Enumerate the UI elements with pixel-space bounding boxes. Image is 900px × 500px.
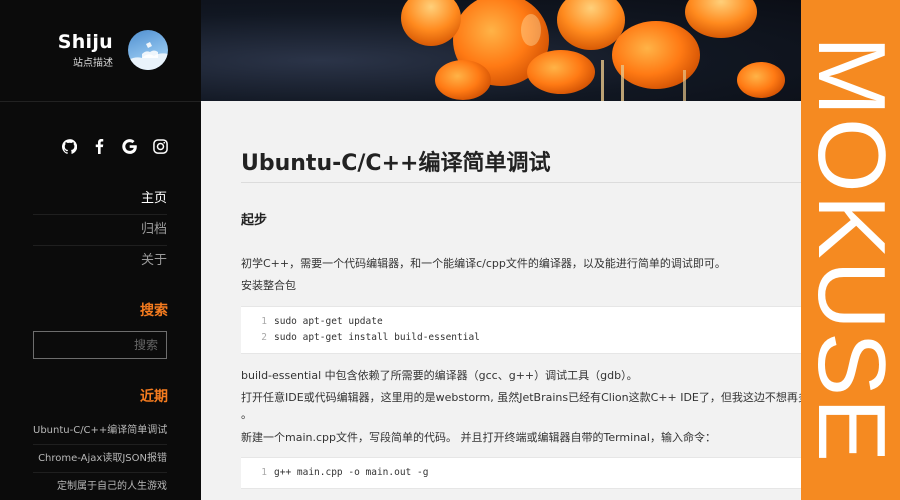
line-number: 1 (261, 467, 267, 478)
nav-item-archive[interactable]: 归档 (33, 215, 167, 246)
code-text: sudo apt-get update (274, 316, 383, 327)
code-line: 1 g++ main.cpp -o main.out -g (241, 465, 801, 481)
code-text: sudo apt-get install build-essential (274, 332, 480, 343)
header-banner-image (201, 0, 801, 101)
paragraph: 新建一个main.cpp文件，写段简单的代码。 并且打开终端或编辑器自带的Ter… (241, 431, 716, 444)
paragraph: 打开任意IDE或代码编辑器，这里用的是webstorm, 虽然JetBrains… (241, 391, 801, 404)
recent-section-title: 近期 (140, 389, 168, 405)
flower-photo (401, 0, 785, 101)
post-title[interactable]: Ubuntu-C/C++编译简单调试 (241, 145, 550, 177)
title-divider (241, 182, 801, 183)
site-title[interactable]: Shiju (58, 31, 113, 53)
recent-post-link[interactable]: Chrome-Ajax读取JSON报错 (33, 445, 167, 473)
google-icon[interactable] (120, 137, 138, 155)
code-line: 2 sudo apt-get install build-essential (241, 330, 801, 346)
paragraph: 。 (241, 408, 252, 421)
facebook-icon[interactable] (90, 137, 108, 155)
instagram-icon[interactable] (151, 137, 169, 155)
paragraph: build-essential 中包含依赖了所需要的编译器（gcc、g++）调试… (241, 369, 638, 382)
line-number: 2 (261, 332, 267, 343)
brand-strip: MOKUSE (801, 0, 900, 500)
site-description: 站点描述 (73, 58, 113, 69)
paragraph: 安装整合包 (241, 279, 296, 292)
code-block: 1 g++ main.cpp -o main.out -g (241, 457, 801, 489)
sidebar-header: Shiju 站点描述 (0, 0, 201, 102)
article-content: Ubuntu-C/C++编译简单调试 起步 初学C++，需要一个代码编辑器，和一… (201, 101, 801, 500)
section-heading: 起步 (241, 213, 268, 228)
search-input[interactable] (34, 332, 166, 358)
nav-item-about[interactable]: 关于 (33, 246, 167, 276)
social-links (0, 137, 201, 157)
nav-item-home[interactable]: 主页 (33, 184, 167, 215)
avatar[interactable] (128, 30, 168, 70)
main-nav: 主页 归档 关于 (33, 184, 167, 276)
search-box (33, 331, 167, 359)
sidebar: Shiju 站点描述 主页 归档 关于 搜索 近期 (0, 0, 201, 500)
github-icon[interactable] (60, 137, 78, 155)
paragraph: 初学C++，需要一个代码编辑器，和一个能编译c/cpp文件的编译器，以及能进行简… (241, 257, 726, 270)
search-section-title: 搜索 (140, 303, 168, 319)
code-line: 1 sudo apt-get update (241, 314, 801, 330)
avatar-image (128, 42, 168, 70)
recent-post-link[interactable]: 定制属于自己的人生游戏 (33, 473, 167, 500)
recent-posts-list: Ubuntu-C/C++编译简单调试 Chrome-Ajax读取JSON报错 定… (33, 417, 167, 500)
recent-post-link[interactable]: Ubuntu-C/C++编译简单调试 (33, 417, 167, 445)
code-text: g++ main.cpp -o main.out -g (274, 467, 429, 478)
brand-logo-text: MOKUSE (801, 35, 900, 465)
code-block: 1 sudo apt-get update 2 sudo apt-get insta… (241, 306, 801, 354)
line-number: 1 (261, 316, 267, 327)
